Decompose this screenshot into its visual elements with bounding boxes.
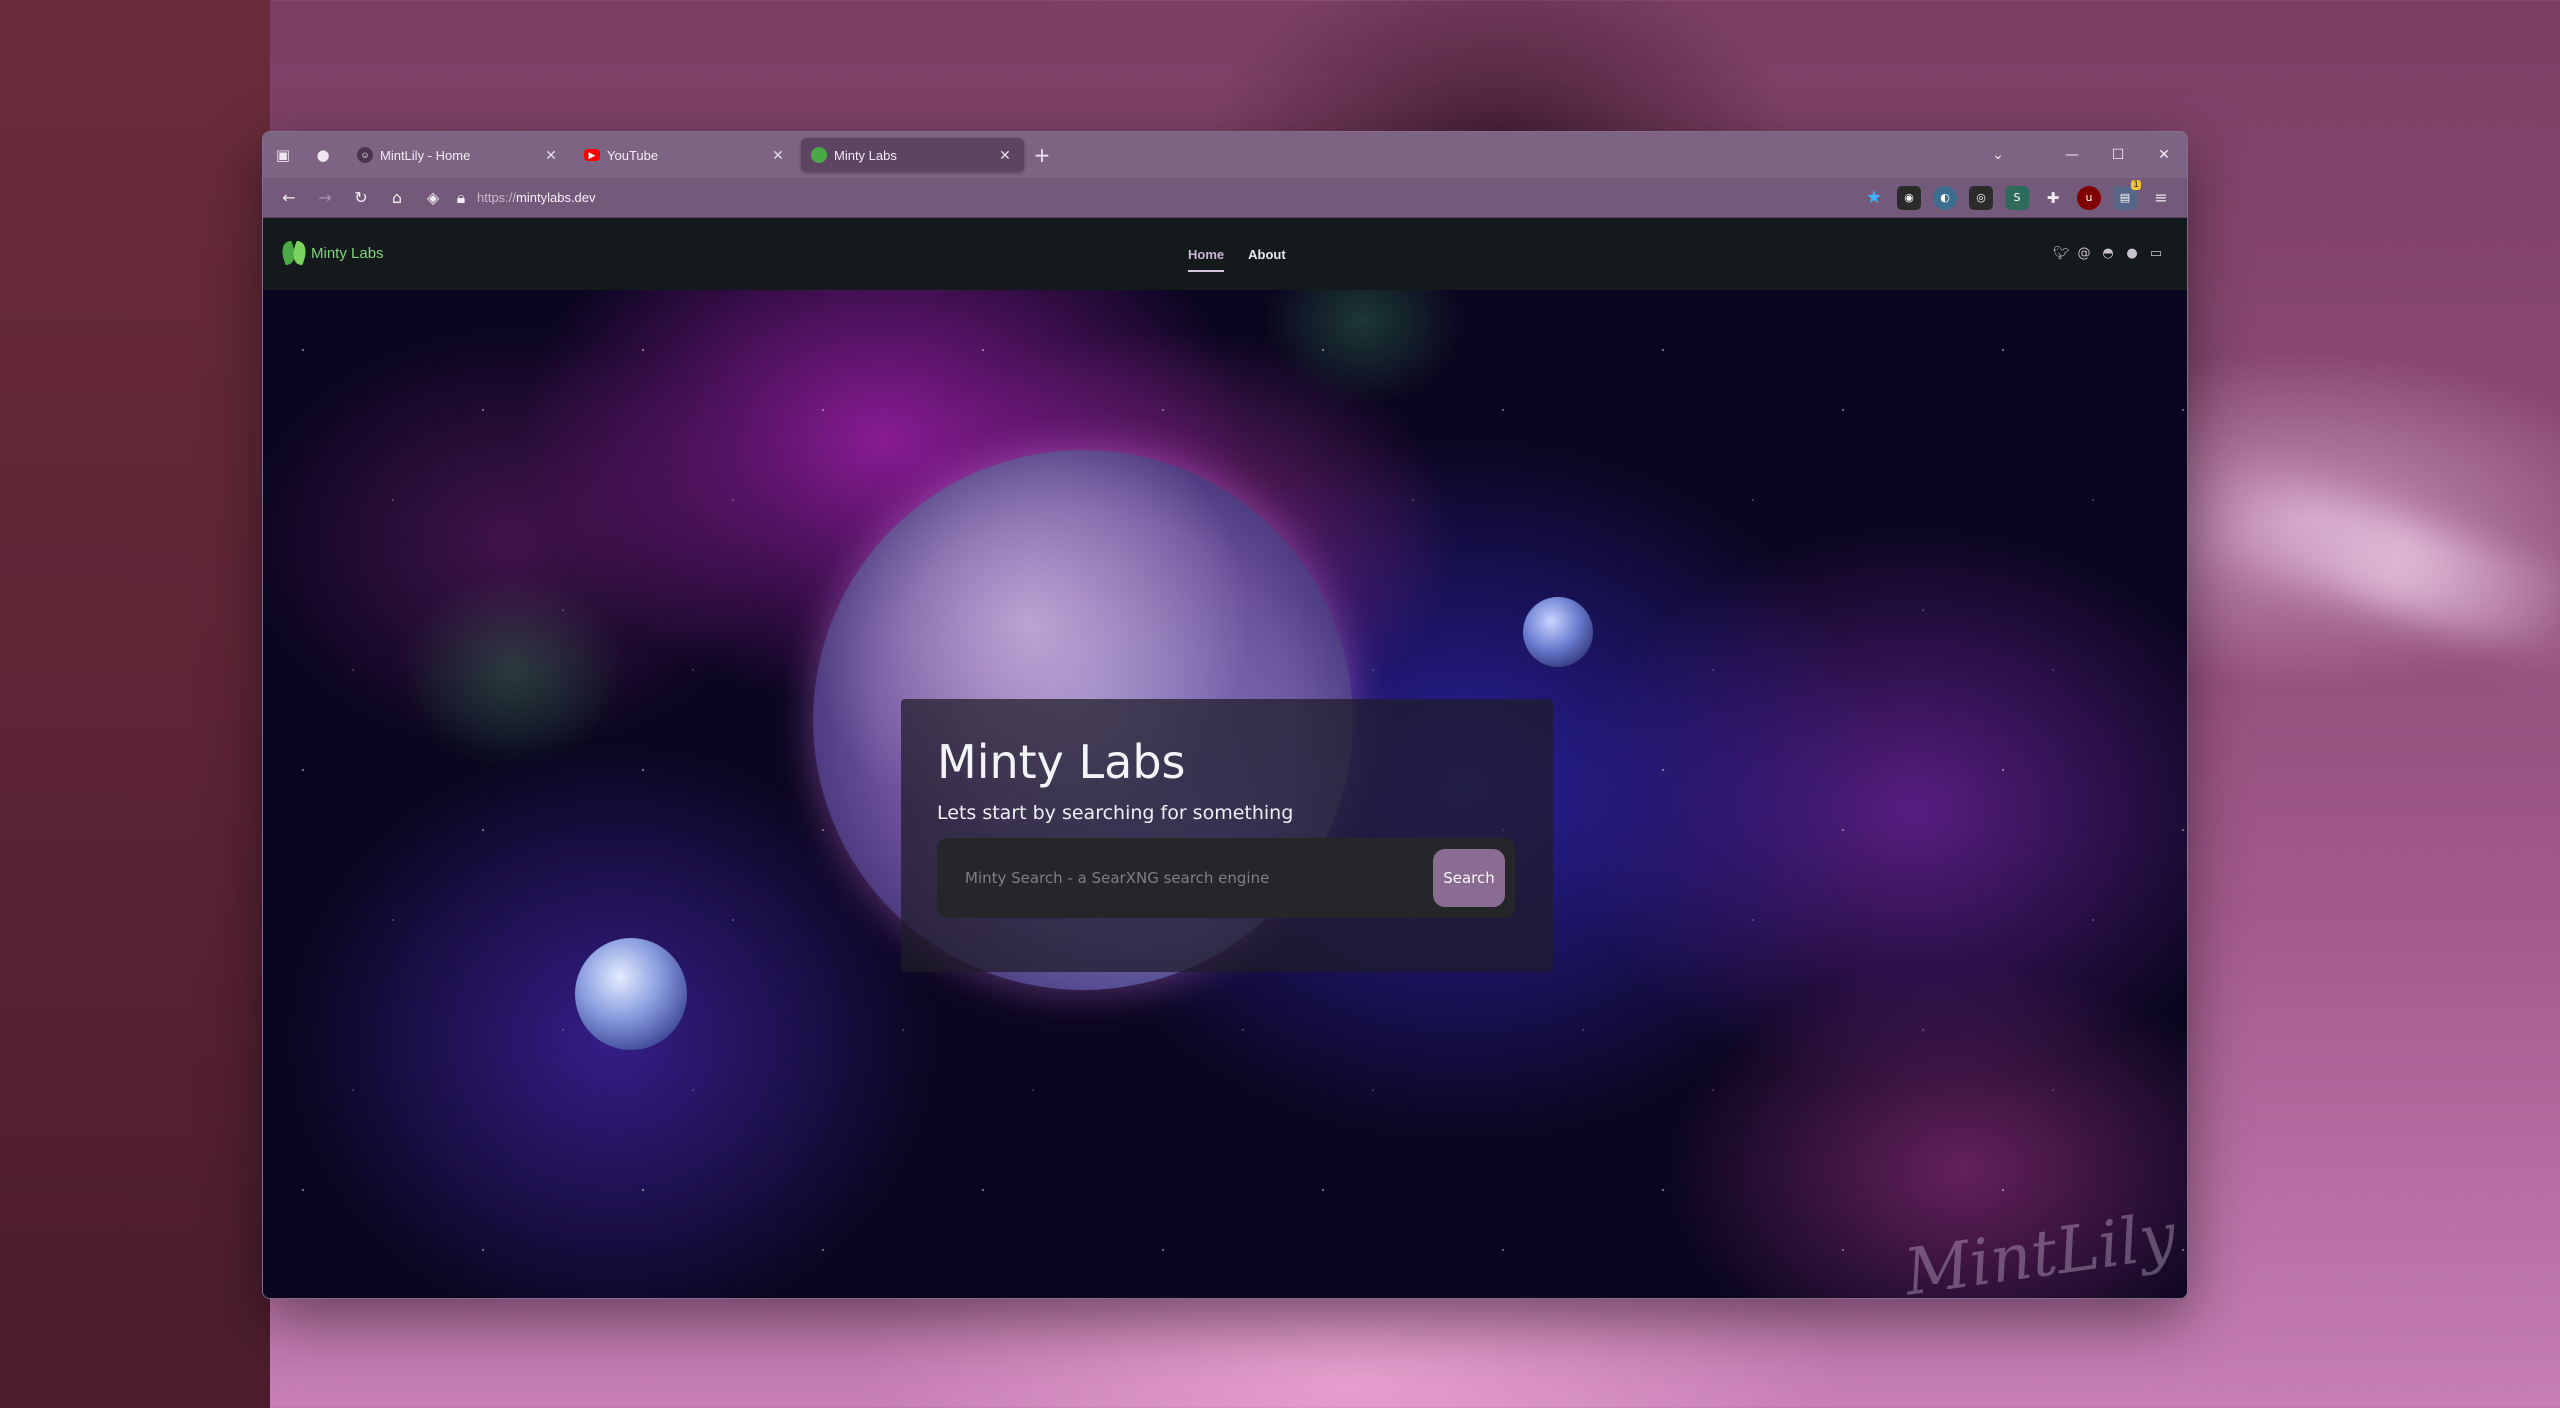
maximize-button[interactable]: ☐ [2095,147,2141,163]
reload-icon[interactable]: ↻ [343,182,379,214]
home-icon[interactable]: ⌂ [379,182,415,214]
ext-icon-2[interactable]: ◐ [1933,185,1957,210]
tab-title: YouTube [607,147,659,163]
tab-minty-labs[interactable]: Minty Labs ✕ [801,138,1024,172]
tab-youtube[interactable]: ▶ YouTube ✕ [574,138,797,172]
nav-link-about[interactable]: About [1248,247,1286,262]
site-nav: Home About [1176,218,1298,290]
chat-icon[interactable]: ▭ [2149,246,2163,261]
leaf-icon [811,147,827,163]
search-button[interactable]: Search [1433,849,1505,907]
bookmark-star-icon[interactable]: ★ [1857,187,1891,208]
hero-subtitle: Lets start by searching for something [937,802,1294,824]
tab-list-chevron-icon[interactable]: ⌄ [1975,147,2021,163]
nav-toolbar: ← → ↻ ⌂ ◈ 🔒︎ https://mintylabs.dev ★ ◉ ◐… [263,178,2187,218]
close-icon[interactable]: ✕ [542,147,560,164]
url-bar[interactable]: https://mintylabs.dev [477,183,1857,213]
ext-icon-1[interactable]: ◉ [1897,185,1921,210]
back-icon[interactable]: ← [271,182,307,214]
youtube-icon: ▶ [584,149,600,161]
forward-icon[interactable]: → [307,182,343,214]
ext-icon-3[interactable]: ◎ [1969,185,1993,210]
lock-icon[interactable]: 🔒︎ [451,182,471,214]
search-input[interactable] [937,838,1433,918]
ext-icon-badge[interactable]: ▤ 1 [2113,179,2141,210]
background-wall [0,0,270,1408]
site-header: Minty Labs Home About 🐦︎ @ ◓ ● ▭ [263,218,2187,290]
twitter-icon[interactable]: 🐦︎ [2053,246,2070,261]
discord-icon[interactable]: ◓ [2101,246,2115,261]
nav-link-home[interactable]: Home [1188,247,1225,272]
close-window-button[interactable]: ✕ [2141,147,2187,163]
background-light [2186,457,2560,673]
url-host: mintylabs.dev [516,190,596,205]
leaf-logo-icon [278,240,310,266]
space-background: MintLily Minty Labs Lets start by search… [263,290,2187,1298]
small-planet-left [575,938,687,1050]
tab-mintlily-home[interactable]: ☺ MintLily - Home ✕ [347,138,570,172]
ext-icon-4[interactable]: S [2005,185,2029,210]
web-page: MintLily Minty Labs Lets start by search… [263,218,2187,1298]
tab-title: MintLily - Home [380,147,471,163]
small-planet [1523,597,1593,667]
pinned-tab-icon[interactable]: ● [303,132,343,178]
hero-title: Minty Labs [937,735,1186,789]
new-tab-button[interactable]: + [1024,143,1060,167]
url-protocol: https:// [477,190,517,205]
shield-icon[interactable]: ◈ [415,182,451,214]
social-links: 🐦︎ @ ◓ ● ▭ [2043,246,2163,261]
close-icon[interactable]: ✕ [996,147,1014,164]
ublock-icon[interactable]: u [2077,185,2101,210]
site-logo[interactable]: Minty Labs [278,240,384,266]
firefox-view-icon[interactable]: ▣ [263,132,303,178]
extensions-icon[interactable]: ✚ [2041,186,2065,210]
tab-title: Minty Labs [834,147,897,163]
browser-window: ▣ ● ☺ MintLily - Home ✕ ▶ YouTube ✕ Mint… [262,131,2188,1299]
close-icon[interactable]: ✕ [769,147,787,164]
menu-icon[interactable]: ≡ [2143,182,2179,214]
avatar-icon: ☺ [357,147,373,163]
minimize-button[interactable]: — [2049,147,2095,163]
github-icon[interactable]: ● [2125,246,2139,261]
brand-name: Minty Labs [311,244,384,262]
threads-icon[interactable]: @ [2077,246,2091,261]
search-form: Search [937,838,1515,918]
tab-bar: ▣ ● ☺ MintLily - Home ✕ ▶ YouTube ✕ Mint… [263,132,2187,178]
extension-badge: 1 [2131,179,2141,190]
hero-card: Minty Labs Lets start by searching for s… [901,699,1553,972]
